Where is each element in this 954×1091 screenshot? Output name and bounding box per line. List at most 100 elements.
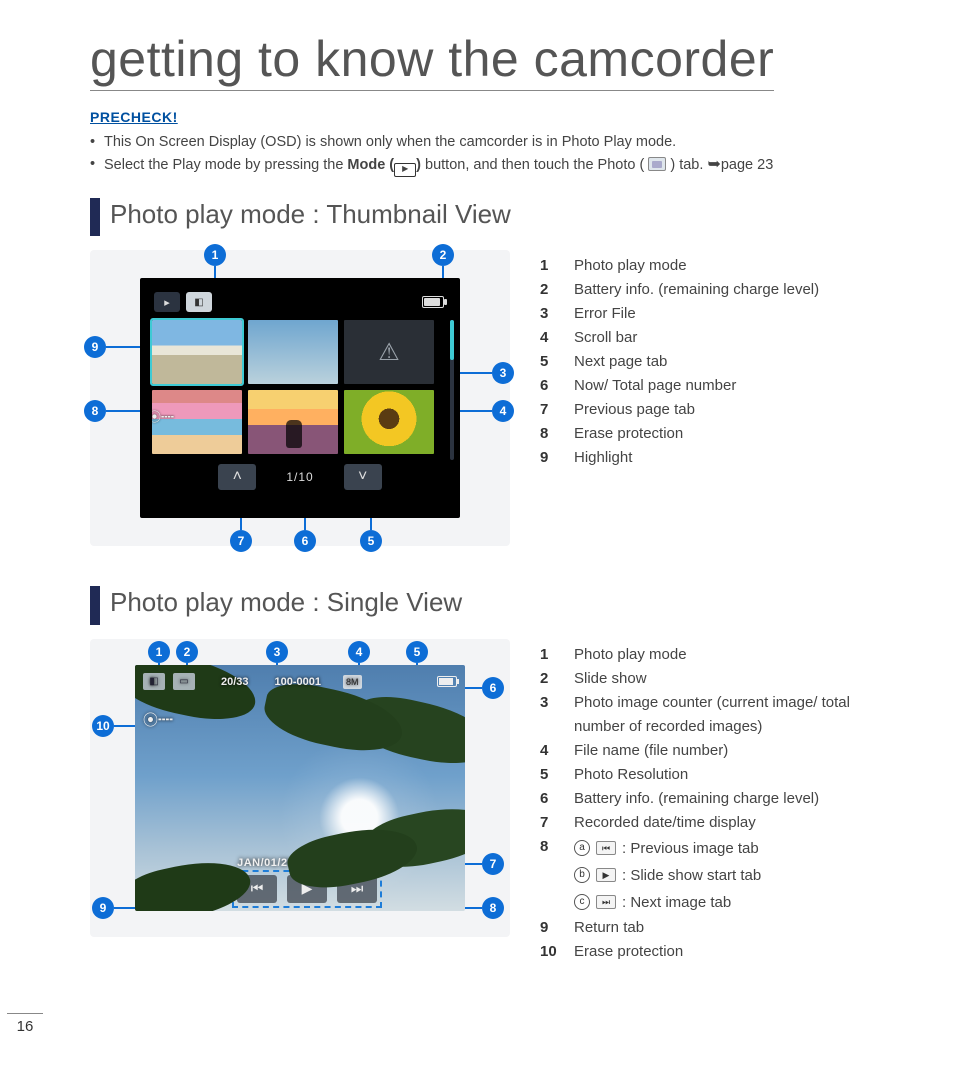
sub-c-text: : Next image tab bbox=[622, 889, 731, 916]
legend-8-subitems: b ▶ : Slide show start tab c ⏭ : Next im… bbox=[540, 862, 894, 916]
precheck-heading: PRECHECK! bbox=[90, 109, 894, 125]
section-header: Photo play mode : Thumbnail View bbox=[90, 198, 894, 236]
figure-thumbnail-view: 1 2 3 4 5 6 7 8 9 bbox=[90, 250, 510, 546]
legend-item: Battery info. (remaining charge level) bbox=[540, 787, 894, 811]
osd-control-bar: ↩ ⏮ ▶ ⏭ bbox=[143, 873, 457, 905]
section-bar bbox=[90, 586, 100, 624]
section-bar bbox=[90, 198, 100, 236]
sub-b-text: : Slide show start tab bbox=[622, 862, 761, 889]
legend-item: Highlight bbox=[540, 446, 894, 470]
photo-mode-icon[interactable]: ◧ bbox=[186, 292, 212, 312]
resolution-badge: 8M bbox=[343, 675, 362, 689]
slideshow-start-button[interactable]: ▶ bbox=[287, 875, 327, 903]
photo-tab-icon bbox=[648, 157, 666, 171]
legend-item: Return tab bbox=[540, 916, 894, 940]
slideshow-icon[interactable]: ▭ bbox=[173, 673, 195, 690]
callout-5: 5 bbox=[406, 641, 428, 663]
battery-icon bbox=[422, 296, 444, 308]
prev-image-icon: ⏮ bbox=[596, 841, 616, 855]
callout-6: 6 bbox=[294, 530, 316, 552]
callout-4: 4 bbox=[348, 641, 370, 663]
page-counter: 1/10 bbox=[286, 470, 313, 484]
callout-5: 5 bbox=[360, 530, 382, 552]
legend-item: Photo play mode bbox=[540, 643, 894, 667]
callout-6: 6 bbox=[482, 677, 504, 699]
page-ref: page 23 bbox=[721, 157, 773, 173]
legend-list-single: Photo play mode Slide show Photo image c… bbox=[540, 643, 894, 862]
callout-2: 2 bbox=[176, 641, 198, 663]
photo-mode-icon[interactable]: ◧ bbox=[143, 673, 165, 690]
screen-thumbnail: ▸ ◧ ⚠ ⦿┉ bbox=[140, 278, 460, 518]
arrow-ref-icon: ➥ bbox=[707, 156, 720, 173]
image-counter: 20/33 bbox=[221, 676, 249, 688]
callout-9: 9 bbox=[84, 336, 106, 358]
mode-icon: ▶ bbox=[394, 163, 416, 177]
callout-8: 8 bbox=[84, 400, 106, 422]
pager: ˄ 1/10 ˅ bbox=[150, 464, 450, 490]
scrollbar[interactable] bbox=[450, 320, 454, 460]
prev-image-button[interactable]: ⏮ bbox=[237, 875, 277, 903]
sub-b-label: b bbox=[574, 867, 590, 883]
sub-c-label: c bbox=[574, 894, 590, 910]
screen-single: ◧ ▭ 20/33 100-0001 8M ⦿┉ JAN/01/2010 12:… bbox=[135, 665, 465, 911]
osd-top-bar: ◧ ▭ 20/33 100-0001 8M bbox=[143, 671, 457, 693]
callout-3: 3 bbox=[266, 641, 288, 663]
erase-protection-icon: ⦿┉ bbox=[152, 407, 174, 426]
precheck-item: This On Screen Display (OSD) is shown on… bbox=[90, 131, 894, 153]
next-page-button[interactable]: ˅ bbox=[344, 464, 382, 490]
precheck-item: Select the Play mode by pressing the Mod… bbox=[90, 153, 894, 178]
legend-item: Photo Resolution bbox=[540, 763, 894, 787]
sub-a-label: a bbox=[574, 840, 590, 856]
legend-item: Photo play mode bbox=[540, 254, 894, 278]
legend-item: Next page tab bbox=[540, 350, 894, 374]
figure-single-view: 1 2 3 4 5 6 10 7 8 9 bbox=[90, 639, 510, 937]
legend-item: File name (file number) bbox=[540, 739, 894, 763]
section-title: Photo play mode : Single View bbox=[110, 586, 462, 624]
mode-label: Mode ( bbox=[347, 157, 394, 173]
legend-item: Battery info. (remaining charge level) bbox=[540, 278, 894, 302]
legend-item: Now/ Total page number bbox=[540, 374, 894, 398]
thumbnail-error[interactable]: ⚠ bbox=[344, 320, 434, 384]
legend-item: Photo image counter (current image/ tota… bbox=[540, 691, 894, 739]
thumbnail[interactable] bbox=[344, 390, 434, 454]
legend-item: Slide show bbox=[540, 667, 894, 691]
callout-8: 8 bbox=[482, 897, 504, 919]
prev-page-button[interactable]: ˄ bbox=[218, 464, 256, 490]
thumbnail-highlighted[interactable] bbox=[152, 320, 242, 384]
page-title: getting to know the camcorder bbox=[90, 30, 774, 91]
legend-item: Previous page tab bbox=[540, 398, 894, 422]
callout-7: 7 bbox=[230, 530, 252, 552]
legend-list-single-tail: Return tab Erase protection bbox=[540, 916, 894, 964]
thumbnail-grid: ⚠ ⦿┉ bbox=[150, 316, 450, 454]
section-title: Photo play mode : Thumbnail View bbox=[110, 198, 511, 236]
legend-item: Erase protection bbox=[540, 422, 894, 446]
section-header: Photo play mode : Single View bbox=[90, 586, 894, 624]
callout-1: 1 bbox=[204, 244, 226, 266]
legend-item: Erase protection bbox=[540, 940, 894, 964]
slideshow-start-icon: ▶ bbox=[596, 868, 616, 882]
callout-4: 4 bbox=[492, 400, 514, 422]
legend-item: Recorded date/time display bbox=[540, 811, 894, 835]
page-number: 16 bbox=[0, 1013, 50, 1035]
return-button[interactable]: ↩ bbox=[143, 875, 183, 903]
callout-3: 3 bbox=[492, 362, 514, 384]
callout-7: 7 bbox=[482, 853, 504, 875]
battery-icon bbox=[437, 676, 457, 687]
next-image-button[interactable]: ⏭ bbox=[337, 875, 377, 903]
precheck-list: This On Screen Display (OSD) is shown on… bbox=[90, 131, 894, 178]
callout-1: 1 bbox=[148, 641, 170, 663]
video-mode-icon[interactable]: ▸ bbox=[154, 292, 180, 312]
playback-control-group: ⏮ ▶ ⏭ bbox=[237, 875, 377, 903]
legend-item: Error File bbox=[540, 302, 894, 326]
callout-2: 2 bbox=[432, 244, 454, 266]
legend-item-8: a ⏮ : Previous image tab bbox=[540, 835, 894, 862]
sub-a-text: : Previous image tab bbox=[622, 835, 759, 862]
recorded-datetime: JAN/01/2010 12:00 AM bbox=[135, 857, 465, 869]
file-name: 100-0001 bbox=[275, 676, 322, 688]
next-image-icon: ⏭ bbox=[596, 895, 616, 909]
thumbnail[interactable] bbox=[248, 320, 338, 384]
callout-9: 9 bbox=[92, 897, 114, 919]
erase-protection-icon: ⦿┉ bbox=[143, 709, 173, 730]
thumbnail[interactable] bbox=[248, 390, 338, 454]
thumbnail[interactable]: ⦿┉ bbox=[152, 390, 242, 454]
